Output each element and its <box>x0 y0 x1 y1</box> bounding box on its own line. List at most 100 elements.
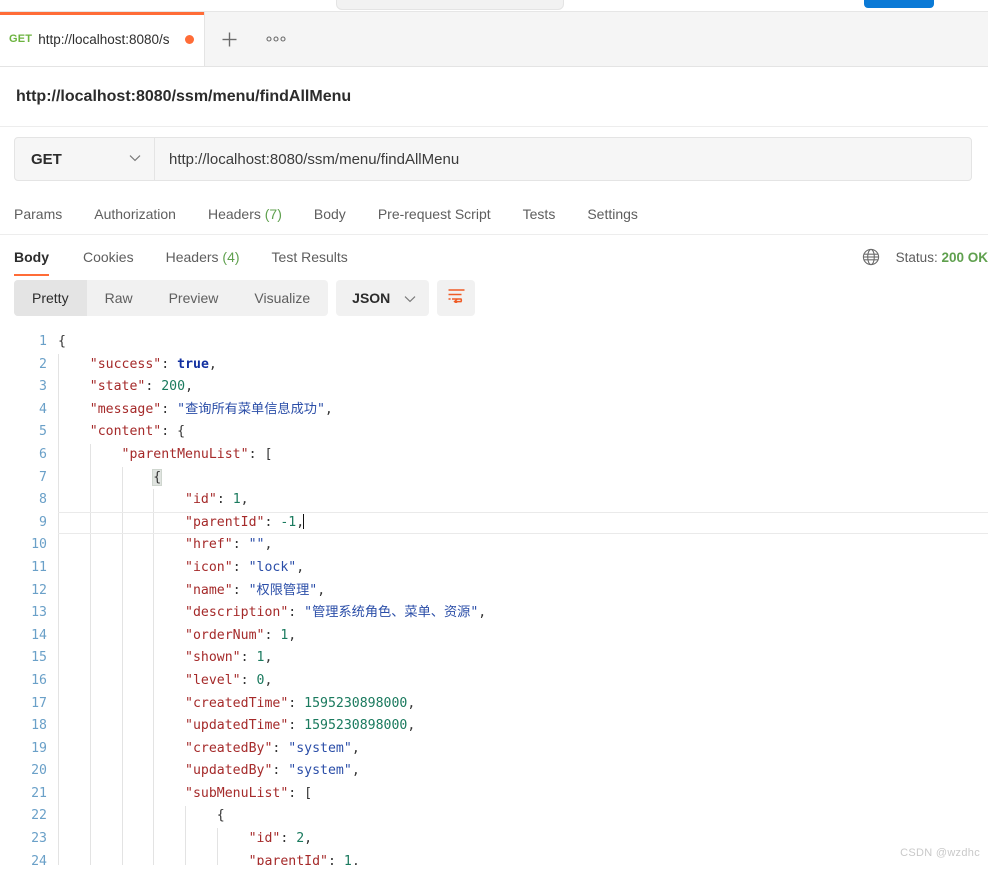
upgrade-button[interactable] <box>864 0 934 8</box>
code-text: "href": "", <box>58 534 988 557</box>
code-token: , <box>351 853 360 865</box>
response-tab-test-results-label: Test Results <box>271 249 348 265</box>
code-token: { <box>216 808 225 824</box>
status-badge: Status: 200 OK <box>896 250 988 265</box>
line-number: 17 <box>31 695 47 711</box>
code-token: , <box>324 401 333 417</box>
response-tab-body[interactable]: Body <box>14 249 67 276</box>
code-line[interactable]: 5 "content": { <box>0 421 988 444</box>
tab-pre-request-script[interactable]: Pre-request Script <box>362 206 507 222</box>
code-line[interactable]: 12 "name": "权限管理", <box>0 580 988 603</box>
code-line[interactable]: 3 "state": 200, <box>0 376 988 399</box>
code-line[interactable]: 11 "icon": "lock", <box>0 557 988 580</box>
code-text: "createdBy": "system", <box>58 738 988 761</box>
response-tab-headers[interactable]: Headers (4) <box>150 249 256 276</box>
code-token: , <box>351 740 360 756</box>
line-number: 15 <box>31 650 47 666</box>
code-token: "查询所有菜单信息成功" <box>177 401 325 417</box>
code-line[interactable]: 22 { <box>0 805 988 828</box>
http-method-select[interactable]: GET <box>15 138 155 180</box>
code-token: "level" <box>185 672 241 688</box>
chevron-down-icon <box>129 153 141 165</box>
line-number: 5 <box>39 424 47 440</box>
word-wrap-button[interactable] <box>437 280 476 316</box>
code-token: , <box>351 763 360 779</box>
code-text: "parentId": -1, <box>58 512 988 535</box>
code-text: "level": 0, <box>58 670 988 693</box>
code-token: , <box>317 582 326 598</box>
tab-params[interactable]: Params <box>14 206 78 222</box>
code-line[interactable]: 16 "level": 0, <box>0 670 988 693</box>
code-line[interactable]: 15 "shown": 1, <box>0 647 988 670</box>
code-text: { <box>58 805 988 828</box>
code-token: "system" <box>288 740 352 756</box>
code-line[interactable]: 4 "message": "查询所有菜单信息成功", <box>0 399 988 422</box>
response-body-viewer[interactable]: 1{2 "success": true, 3 "state": 200, 4 "me… <box>0 326 988 865</box>
format-pretty-button[interactable]: Pretty <box>14 280 87 316</box>
code-token: , <box>478 605 487 621</box>
code-token: "description" <box>185 605 289 621</box>
request-tab-bar: GET http://localhost:8080/s <box>0 12 988 67</box>
tab-tests[interactable]: Tests <box>507 206 572 222</box>
code-text: "success": true, <box>58 354 988 377</box>
code-line[interactable]: 2 "success": true, <box>0 354 988 377</box>
code-text: "parentId": 1, <box>58 851 988 865</box>
code-token: : <box>232 582 249 598</box>
tab-settings[interactable]: Settings <box>571 206 654 222</box>
format-raw-button[interactable]: Raw <box>87 280 151 316</box>
watermark: CSDN @wzdhc <box>900 847 980 859</box>
bracket-match: { <box>152 468 163 486</box>
code-line[interactable]: 1{ <box>0 331 988 354</box>
code-token: : <box>240 650 257 666</box>
response-tab-cookies[interactable]: Cookies <box>67 249 150 276</box>
language-label: JSON <box>352 290 391 306</box>
tab-headers[interactable]: Headers (7) <box>192 206 298 222</box>
code-token: : <box>161 424 178 440</box>
code-token: , <box>288 627 297 643</box>
code-line[interactable]: 8 "id": 1, <box>0 489 988 512</box>
code-text: "message": "查询所有菜单信息成功", <box>58 399 988 422</box>
code-line[interactable]: 18 "updatedTime": 1595230898000, <box>0 715 988 738</box>
new-tab-button[interactable] <box>205 12 253 66</box>
code-line[interactable]: 24 "parentId": 1, <box>0 851 988 865</box>
globe-icon[interactable] <box>862 248 880 266</box>
code-token: 1 <box>343 853 352 865</box>
code-token: : <box>232 559 249 575</box>
line-number: 20 <box>31 763 47 779</box>
code-token: : <box>272 740 289 756</box>
code-token: "icon" <box>185 559 233 575</box>
code-line[interactable]: 9 "parentId": -1, <box>0 511 988 535</box>
code-token: : <box>264 627 281 643</box>
code-line[interactable]: 10 "href": "", <box>0 534 988 557</box>
format-visualize-button[interactable]: Visualize <box>236 280 328 316</box>
code-token: : <box>240 672 257 688</box>
tab-authorization[interactable]: Authorization <box>78 206 192 222</box>
code-line[interactable]: 7 { <box>0 467 988 490</box>
code-line[interactable]: 6 "parentMenuList": [ <box>0 444 988 467</box>
global-search-input[interactable] <box>336 0 564 10</box>
url-bar: GET http://localhost:8080/ssm/menu/findA… <box>14 137 972 181</box>
tab-body[interactable]: Body <box>298 206 362 222</box>
tab-more-options-icon[interactable] <box>253 12 299 66</box>
code-token: 200 <box>161 379 186 395</box>
language-select[interactable]: JSON <box>336 280 430 316</box>
format-preview-button[interactable]: Preview <box>151 280 237 316</box>
code-line[interactable]: 13 "description": "管理系统角色、菜单、资源", <box>0 602 988 625</box>
response-tab-headers-count: (4) <box>222 249 240 265</box>
code-line[interactable]: 19 "createdBy": "system", <box>0 738 988 761</box>
code-token: [ <box>264 446 273 462</box>
code-line[interactable]: 20 "updatedBy": "system", <box>0 760 988 783</box>
line-number: 8 <box>39 492 47 508</box>
tab-method-label: GET <box>9 33 33 45</box>
url-input[interactable]: http://localhost:8080/ssm/menu/findAllMe… <box>155 138 971 180</box>
code-token: "createdBy" <box>185 740 273 756</box>
code-line[interactable]: 23 "id": 2, <box>0 828 988 851</box>
code-line[interactable]: 17 "createdTime": 1595230898000, <box>0 693 988 716</box>
code-text: "icon": "lock", <box>58 557 988 580</box>
text-cursor <box>303 513 305 529</box>
code-line[interactable]: 14 "orderNum": 1, <box>0 625 988 648</box>
code-line[interactable]: 21 "subMenuList": [ <box>0 783 988 806</box>
response-tab-test-results[interactable]: Test Results <box>256 249 364 276</box>
code-lines: 1{2 "success": true, 3 "state": 200, 4 "me… <box>0 326 988 865</box>
request-tab-active[interactable]: GET http://localhost:8080/s <box>0 12 205 66</box>
